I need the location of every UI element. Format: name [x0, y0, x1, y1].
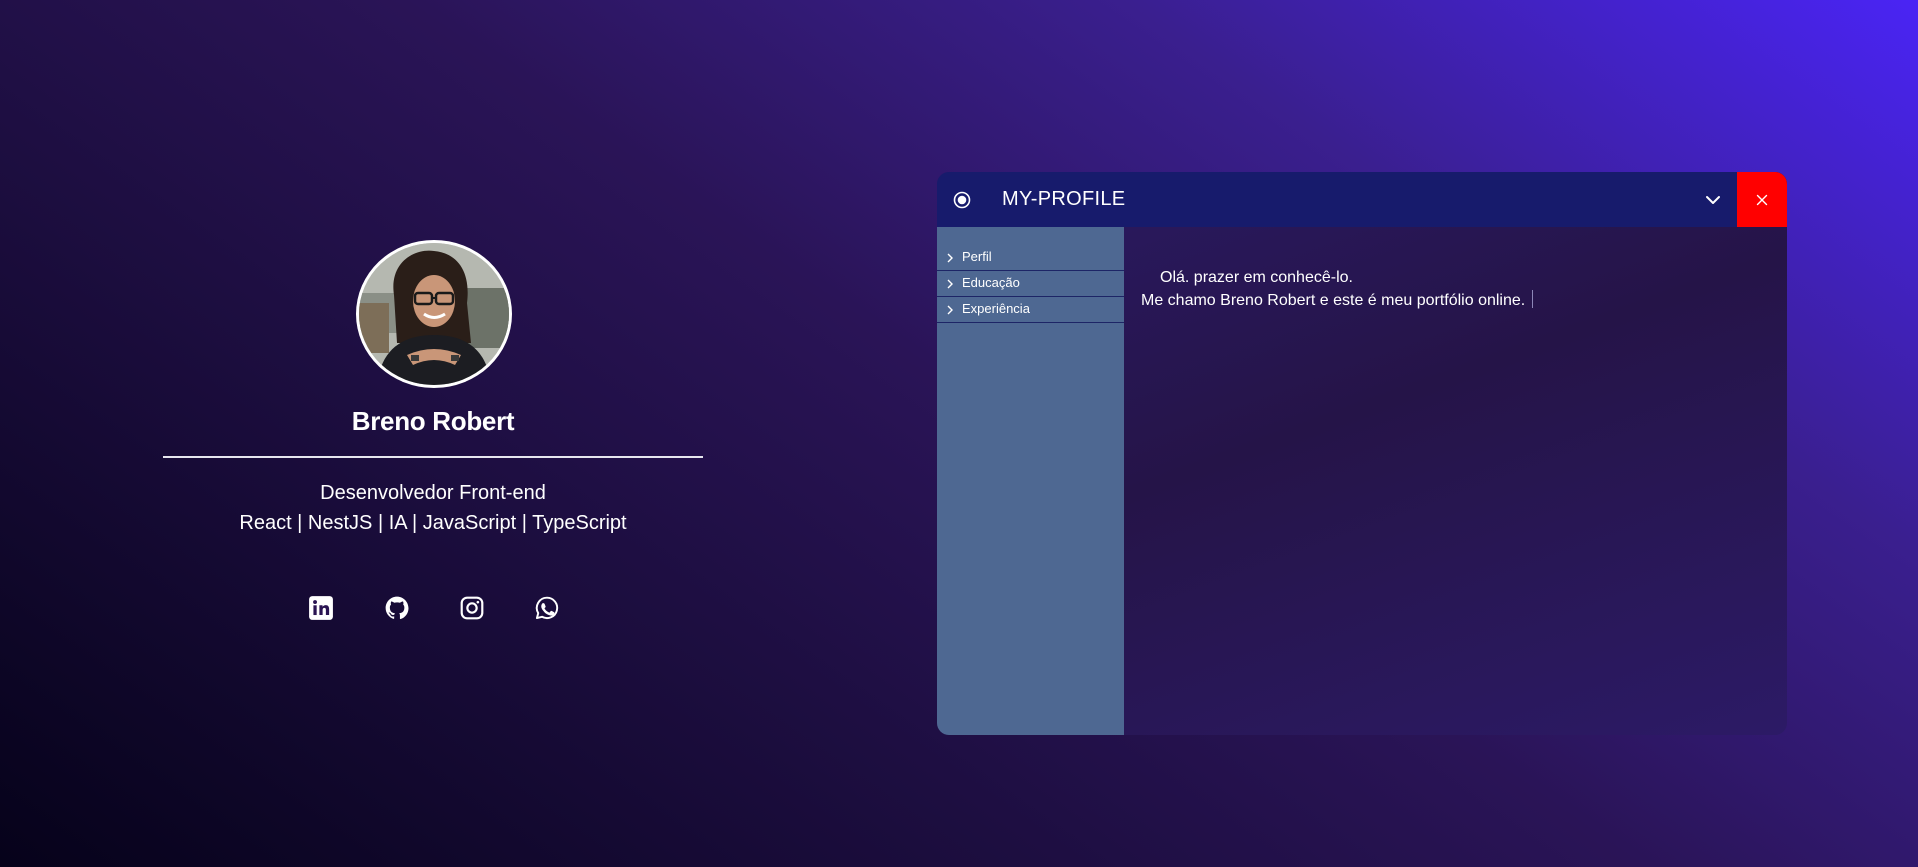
divider: [163, 456, 703, 458]
intro-text: Me chamo Breno Robert e este é meu portf…: [1141, 292, 1526, 309]
sidebar-item-experiencia[interactable]: Experiência: [937, 297, 1124, 323]
window-titlebar: MY-PROFILE: [937, 172, 1787, 227]
github-icon: [385, 596, 409, 620]
sidebar-item-label: Experiência: [962, 301, 1030, 316]
window-sidebar: Perfil Educação Experiência: [937, 227, 1124, 735]
chevron-right-icon: [947, 305, 953, 315]
window-content: Olá. prazer em conhecê-lo. Me chamo Bren…: [1124, 227, 1787, 735]
profile-window: MY-PROFILE Perfil Educação Experiência O…: [937, 172, 1787, 735]
whatsapp-link[interactable]: [534, 595, 560, 621]
linkedin-link[interactable]: [308, 595, 334, 621]
social-links: [163, 595, 703, 625]
linkedin-icon: [309, 596, 333, 620]
window-title: MY-PROFILE: [1002, 188, 1126, 210]
profile-stack: React | NestJS | IA | JavaScript | TypeS…: [239, 512, 627, 534]
intro-line: Me chamo Breno Robert e este é meu portf…: [1141, 290, 1534, 312]
sidebar-item-label: Perfil: [962, 249, 992, 264]
chevron-right-icon: [947, 253, 953, 263]
radio-icon: [953, 191, 971, 209]
close-button[interactable]: [1737, 172, 1787, 227]
sidebar-item-perfil[interactable]: Perfil: [937, 245, 1124, 271]
avatar: [356, 240, 512, 388]
collapse-button[interactable]: [1699, 186, 1727, 214]
sidebar-item-educacao[interactable]: Educação: [937, 271, 1124, 297]
avatar-photo: [359, 243, 509, 385]
close-icon: [1756, 194, 1768, 206]
chevron-right-icon: [947, 279, 953, 289]
profile-name: Breno Robert: [351, 406, 515, 436]
instagram-icon: [460, 596, 484, 620]
github-link[interactable]: [384, 595, 410, 621]
greeting-text: Olá. prazer em conhecê-lo.: [1160, 269, 1353, 286]
sidebar-item-label: Educação: [962, 275, 1020, 290]
instagram-link[interactable]: [459, 595, 485, 621]
profile-role: Desenvolvedor Front-end: [320, 482, 546, 504]
whatsapp-icon: [535, 596, 559, 620]
text-cursor: [1532, 290, 1534, 308]
chevron-down-icon: [1706, 196, 1720, 204]
